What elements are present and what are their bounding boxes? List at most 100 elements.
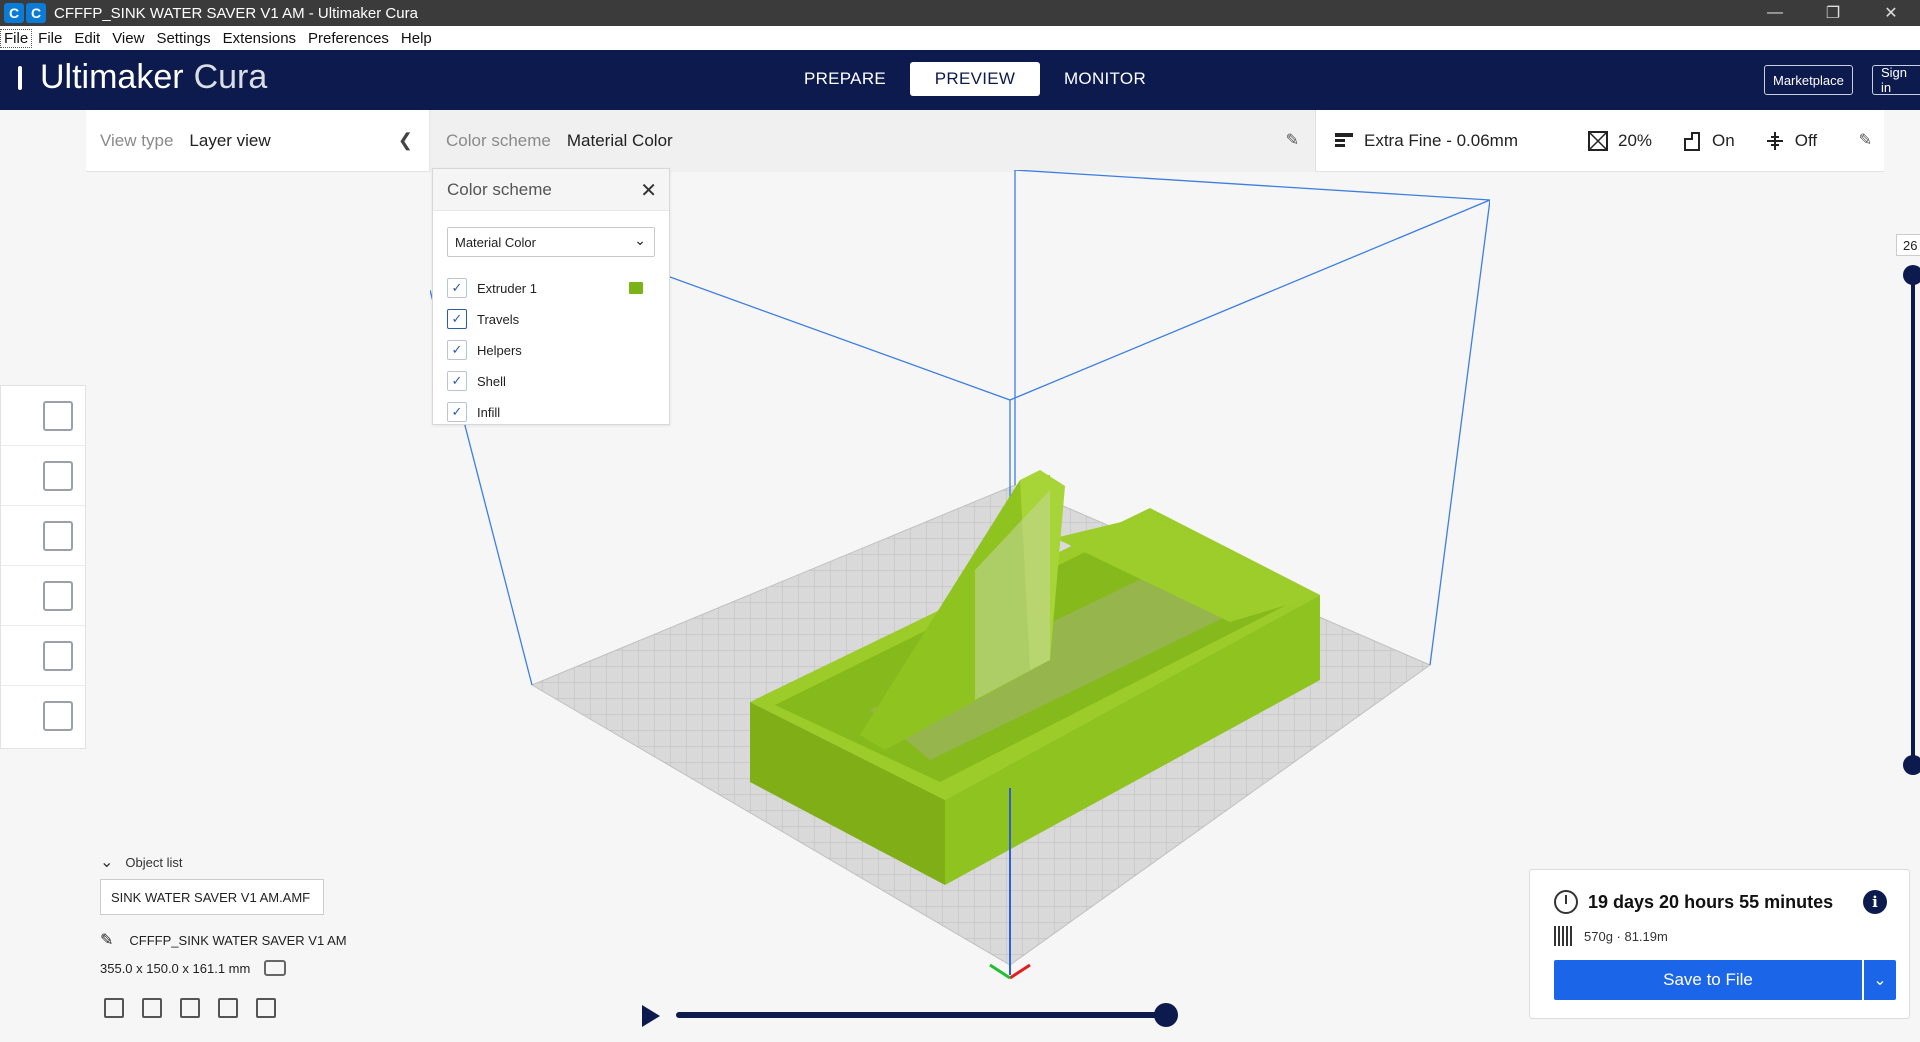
legend-row-extruder-1[interactable]: ✓ Extruder 1 (447, 277, 537, 299)
spool-icon (1554, 926, 1572, 946)
chevron-down-icon[interactable]: ⌄ (100, 852, 113, 872)
layer-slider-top-handle[interactable] (1903, 265, 1920, 285)
checkbox-travels[interactable]: ✓ (447, 309, 467, 329)
support-blocker-icon (43, 400, 73, 431)
ultimaker-logo-icon (18, 65, 22, 90)
path-slider-track[interactable] (676, 1012, 1166, 1018)
legend-label: Extruder 1 (477, 280, 537, 296)
layer-number-input[interactable]: 26 (1896, 234, 1920, 256)
color-scheme-panel: Color scheme ✕ Material Color ⌄ ✓ Extrud… (432, 168, 670, 425)
title-bar: C C CFFFP_SINK WATER SAVER V1 AM - Ultim… (0, 0, 1920, 26)
menu-preferences[interactable]: Preferences (302, 30, 395, 47)
checkbox-infill[interactable]: ✓ (447, 402, 467, 422)
legend-row-infill[interactable]: ✓ Infill (447, 401, 500, 423)
move-tool[interactable] (1, 446, 85, 506)
scale-tool[interactable] (1, 506, 85, 566)
left-toolbar (0, 385, 86, 749)
view-right-icon[interactable] (256, 998, 276, 1018)
layer-slider-track[interactable] (1911, 275, 1915, 765)
rotate-tool[interactable] (1, 566, 85, 626)
legend-label: Infill (477, 404, 501, 420)
object-list-item[interactable]: SINK WATER SAVER V1 AM.AMF (100, 879, 324, 915)
app-logo: Ultimaker Cura (18, 58, 267, 97)
minimize-icon[interactable]: — (1746, 0, 1804, 26)
object-list-title: Object list (125, 854, 183, 870)
pencil-icon[interactable]: ✎ (1286, 130, 1299, 150)
profile-value: Extra Fine - 0.06mm (1364, 131, 1518, 150)
layer-slider-bottom-handle[interactable] (1903, 755, 1920, 775)
adhesion-icon (1766, 132, 1783, 150)
menu-bar: File File Edit View Settings Extensions … (0, 26, 1920, 50)
play-icon[interactable] (642, 1005, 660, 1027)
pencil-icon[interactable]: ✎ (100, 930, 113, 950)
profile-item: Extra Fine - 0.06mm (1334, 131, 1518, 151)
tab-prepare[interactable]: PREPARE (780, 62, 910, 96)
checkbox-extruder-1[interactable]: ✓ (447, 278, 467, 298)
support-icon (1684, 132, 1701, 151)
menu-help[interactable]: Help (395, 30, 438, 47)
chevron-down-icon[interactable]: ⌄ (1864, 960, 1896, 1000)
color-scheme-panel-title: Color scheme (433, 169, 669, 211)
mirror-icon (43, 640, 73, 671)
legend-row-helpers[interactable]: ✓ Helpers (447, 339, 522, 361)
per-model-settings-tool[interactable] (1, 686, 85, 746)
color-scheme-label: Color scheme (446, 131, 551, 150)
camera-view-buttons (104, 998, 294, 1018)
menu-settings[interactable]: Settings (150, 30, 216, 47)
signin-button[interactable]: Sign in (1872, 65, 1920, 95)
support-blocker-tool[interactable] (1, 386, 85, 446)
material-usage-text: 570g · 81.19m (1584, 928, 1668, 944)
view-type-selector[interactable]: View type Layer view ❮ (86, 110, 430, 172)
tab-preview[interactable]: PREVIEW (910, 62, 1040, 96)
color-scheme-dropdown[interactable]: Material Color ⌄ (447, 227, 655, 257)
view-3d-icon[interactable] (104, 998, 124, 1018)
marketplace-button[interactable]: Marketplace (1764, 65, 1853, 95)
scale-icon (43, 520, 73, 551)
dimensions-text: 355.0 x 150.0 x 161.1 mm (100, 960, 251, 976)
view-left-icon[interactable] (218, 998, 238, 1018)
legend-row-shell[interactable]: ✓ Shell (447, 370, 506, 392)
menu-edit[interactable]: Edit (68, 30, 106, 47)
legend-label: Shell (477, 373, 506, 389)
cura-app-icon[interactable]: C (4, 3, 24, 23)
print-time-text: 19 days 20 hours 55 minutes (1588, 891, 1834, 912)
path-slider-handle[interactable] (1154, 1003, 1178, 1027)
job-name[interactable]: ✎ CFFFP_SINK WATER SAVER V1 AM (100, 930, 347, 950)
legend-row-travels[interactable]: ✓ Travels (447, 308, 519, 330)
checkbox-shell[interactable]: ✓ (447, 371, 467, 391)
checkbox-helpers[interactable]: ✓ (447, 340, 467, 360)
close-icon[interactable]: ✕ (640, 178, 657, 203)
color-scheme-selector[interactable]: Color scheme Material Color ✎ (430, 110, 1316, 172)
material-usage: 570g · 81.19m (1554, 926, 1668, 946)
save-to-file-button[interactable]: Save to File (1554, 960, 1862, 1000)
menu-file[interactable]: File (32, 30, 68, 47)
legend-label: Travels (477, 311, 520, 327)
pencil-icon[interactable]: ✎ (1859, 130, 1872, 150)
color-scheme-value: Material Color (566, 131, 673, 150)
view-type-value: Layer view (189, 131, 271, 150)
tab-monitor[interactable]: MONITOR (1040, 62, 1170, 96)
menu-extensions[interactable]: Extensions (217, 30, 302, 47)
layer-height-icon (1335, 133, 1353, 147)
view-front-icon[interactable] (142, 998, 162, 1018)
menu-view[interactable]: View (106, 30, 150, 47)
per-model-settings-icon (43, 701, 73, 731)
restore-icon[interactable]: ❐ (1804, 0, 1862, 26)
print-time: 19 days 20 hours 55 minutes (1554, 890, 1833, 914)
support-item: On (1682, 131, 1735, 151)
close-icon[interactable]: ✕ (1862, 0, 1920, 26)
chevron-left-icon[interactable]: ❮ (398, 130, 413, 151)
clock-icon (1554, 890, 1578, 914)
logo-brand: Ultimaker (40, 58, 184, 96)
infill-item: 20% (1588, 131, 1652, 151)
adhesion-value: Off (1794, 131, 1818, 150)
object-list[interactable]: ⌄ Object list (100, 852, 182, 872)
print-settings-summary[interactable]: Extra Fine - 0.06mm 20% On Off ✎ (1316, 110, 1884, 172)
legend-label: Helpers (477, 342, 522, 358)
menu-file[interactable]: File (0, 28, 33, 48)
mirror-tool[interactable] (1, 626, 85, 686)
view-top-icon[interactable] (180, 998, 200, 1018)
chevron-down-icon: ⌄ (634, 232, 646, 248)
stage-tabs: PREPARE PREVIEW MONITOR (780, 62, 1170, 96)
info-icon[interactable]: i (1863, 890, 1887, 914)
